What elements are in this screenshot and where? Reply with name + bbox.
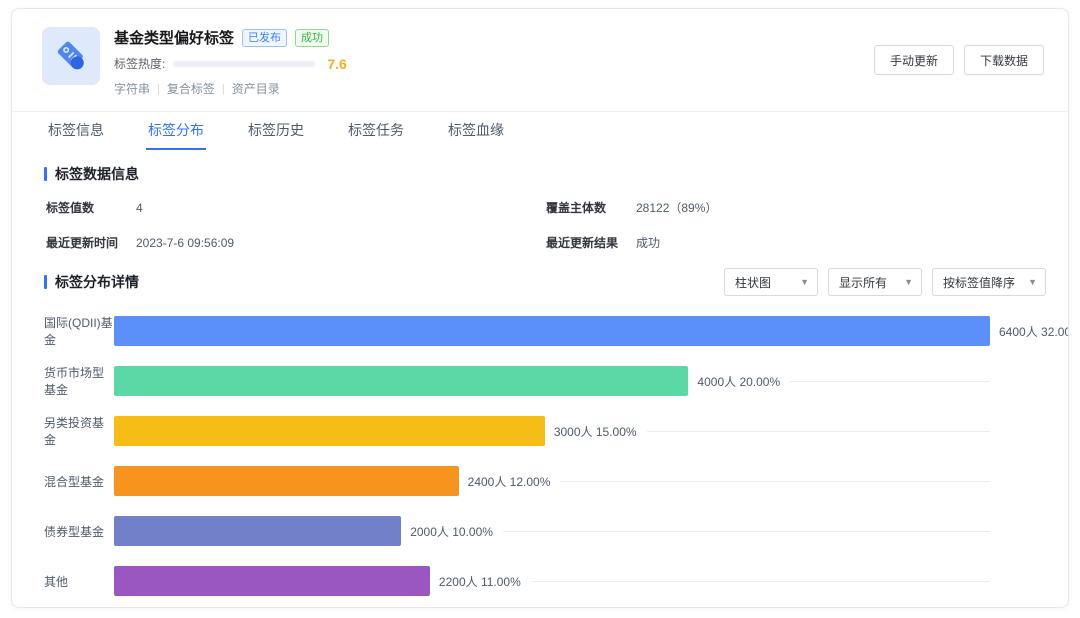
gridline: [790, 381, 990, 382]
bar-category-label: 混合型基金: [44, 473, 114, 490]
select-value: 按标签值降序: [943, 274, 1015, 291]
tag-detail-card: 基金类型偏好标签 已发布 成功 标签热度: 7.6 字符串 | 复合标签 | 资…: [11, 8, 1069, 608]
section-title: 标签分布详情: [55, 272, 139, 292]
section-distribution: 标签分布详情: [44, 272, 139, 292]
chart-bar-row: 国际(QDII)基金 6400人 32.00%: [44, 306, 1046, 356]
bar-value-label: 2000人 10.00%: [410, 523, 493, 540]
bar[interactable]: [114, 366, 688, 396]
bar[interactable]: [114, 566, 430, 596]
meta-tag: 复合标签: [167, 80, 215, 97]
chart-bar-row: 混合型基金 2400人 12.00%: [44, 456, 1046, 506]
section-title: 标签数据信息: [55, 164, 139, 184]
price-tag-icon: [49, 34, 93, 78]
status-badge: 已发布: [242, 29, 287, 47]
chart-bar-row: 债券型基金 2000人 10.00%: [44, 506, 1046, 556]
field-last-update-result: 最近更新结果 成功: [546, 234, 1046, 252]
section-accent-bar: [44, 167, 47, 181]
heat-value: 7.6: [327, 56, 346, 72]
header-text: 基金类型偏好标签 已发布 成功 标签热度: 7.6 字符串 | 复合标签 | 资…: [114, 27, 347, 97]
field-value: 4: [136, 199, 143, 217]
bar[interactable]: [114, 316, 990, 346]
section-accent-bar: [44, 275, 47, 289]
tab-tag-info[interactable]: 标签信息: [46, 112, 106, 150]
bar-value-label: 2200人 11.00%: [439, 573, 521, 590]
bar-category-label: 国际(QDII)基金: [44, 314, 114, 348]
tab-tag-lineage[interactable]: 标签血缘: [446, 112, 506, 150]
gridline: [531, 581, 990, 582]
meta-tag: 字符串: [114, 80, 150, 97]
chart-bar-row: 货币市场型基金 4000人 20.00%: [44, 356, 1046, 406]
bar[interactable]: [114, 516, 401, 546]
tab-tag-distribution[interactable]: 标签分布: [146, 112, 206, 150]
bar-value-label: 2400人 12.00%: [468, 473, 551, 490]
meta-tag: 资产目录: [232, 80, 280, 97]
manual-update-button[interactable]: 手动更新: [874, 45, 954, 75]
select-value: 显示所有: [839, 274, 887, 291]
bar-value-label: 4000人 20.00%: [697, 373, 780, 390]
field-tag-value-count: 标签值数 4: [46, 199, 546, 217]
chevron-down-icon: ▼: [800, 277, 809, 287]
tab-bar: 标签信息 标签分布 标签历史 标签任务 标签血缘: [12, 112, 1068, 150]
field-coverage-count: 覆盖主体数 28122（89%）: [546, 199, 1046, 217]
data-info-fields: 标签值数 4 覆盖主体数 28122（89%） 最近更新时间 2023-7-6 …: [46, 199, 1046, 252]
chart-bar-row: 另类投资基金 3000人 15.00%: [44, 406, 1046, 456]
section-data-info: 标签数据信息: [44, 164, 1046, 184]
gridline: [647, 431, 990, 432]
select-chart-type[interactable]: 柱状图 ▼: [724, 268, 818, 296]
heat-label: 标签热度:: [114, 55, 165, 72]
distribution-bar-chart: 国际(QDII)基金 6400人 32.00% 货币市场型基金 4000人 20…: [44, 306, 1046, 608]
tab-tag-history[interactable]: 标签历史: [246, 112, 306, 150]
select-value: 柱状图: [735, 274, 771, 291]
download-data-button[interactable]: 下载数据: [964, 45, 1044, 75]
heat-progress-bar: [173, 61, 315, 67]
gridline: [560, 481, 990, 482]
select-sort-order[interactable]: 按标签值降序 ▼: [932, 268, 1046, 296]
tab-tag-tasks[interactable]: 标签任务: [346, 112, 406, 150]
chevron-down-icon: ▼: [1028, 277, 1037, 287]
field-label: 标签值数: [46, 199, 136, 217]
bar-category-label: 另类投资基金: [44, 414, 114, 448]
chevron-down-icon: ▼: [904, 277, 913, 287]
field-label: 最近更新时间: [46, 234, 136, 252]
bar-value-label: 3000人 15.00%: [554, 423, 637, 440]
status-badge: 成功: [295, 29, 329, 47]
bar-category-label: 债券型基金: [44, 523, 114, 540]
field-value: 2023-7-6 09:56:09: [136, 234, 234, 252]
tag-icon: [42, 27, 100, 85]
field-value: 成功: [636, 234, 660, 252]
bar-value-label: 6400人 32.00%: [999, 323, 1069, 340]
bar-category-label: 货币市场型基金: [44, 364, 114, 398]
meta-separator: |: [222, 83, 225, 95]
field-last-update-time: 最近更新时间 2023-7-6 09:56:09: [46, 234, 546, 252]
select-display-scope[interactable]: 显示所有 ▼: [828, 268, 922, 296]
field-label: 最近更新结果: [546, 234, 636, 252]
meta-separator: |: [157, 83, 160, 95]
field-value: 28122（89%）: [636, 199, 717, 217]
page-title: 基金类型偏好标签: [114, 27, 234, 48]
bar-category-label: 其他: [44, 573, 114, 590]
bar[interactable]: [114, 466, 459, 496]
bar[interactable]: [114, 416, 545, 446]
field-label: 覆盖主体数: [546, 199, 636, 217]
header: 基金类型偏好标签 已发布 成功 标签热度: 7.6 字符串 | 复合标签 | 资…: [12, 9, 1068, 112]
gridline: [503, 531, 990, 532]
chart-bar-row: 其他 2200人 11.00%: [44, 556, 1046, 606]
